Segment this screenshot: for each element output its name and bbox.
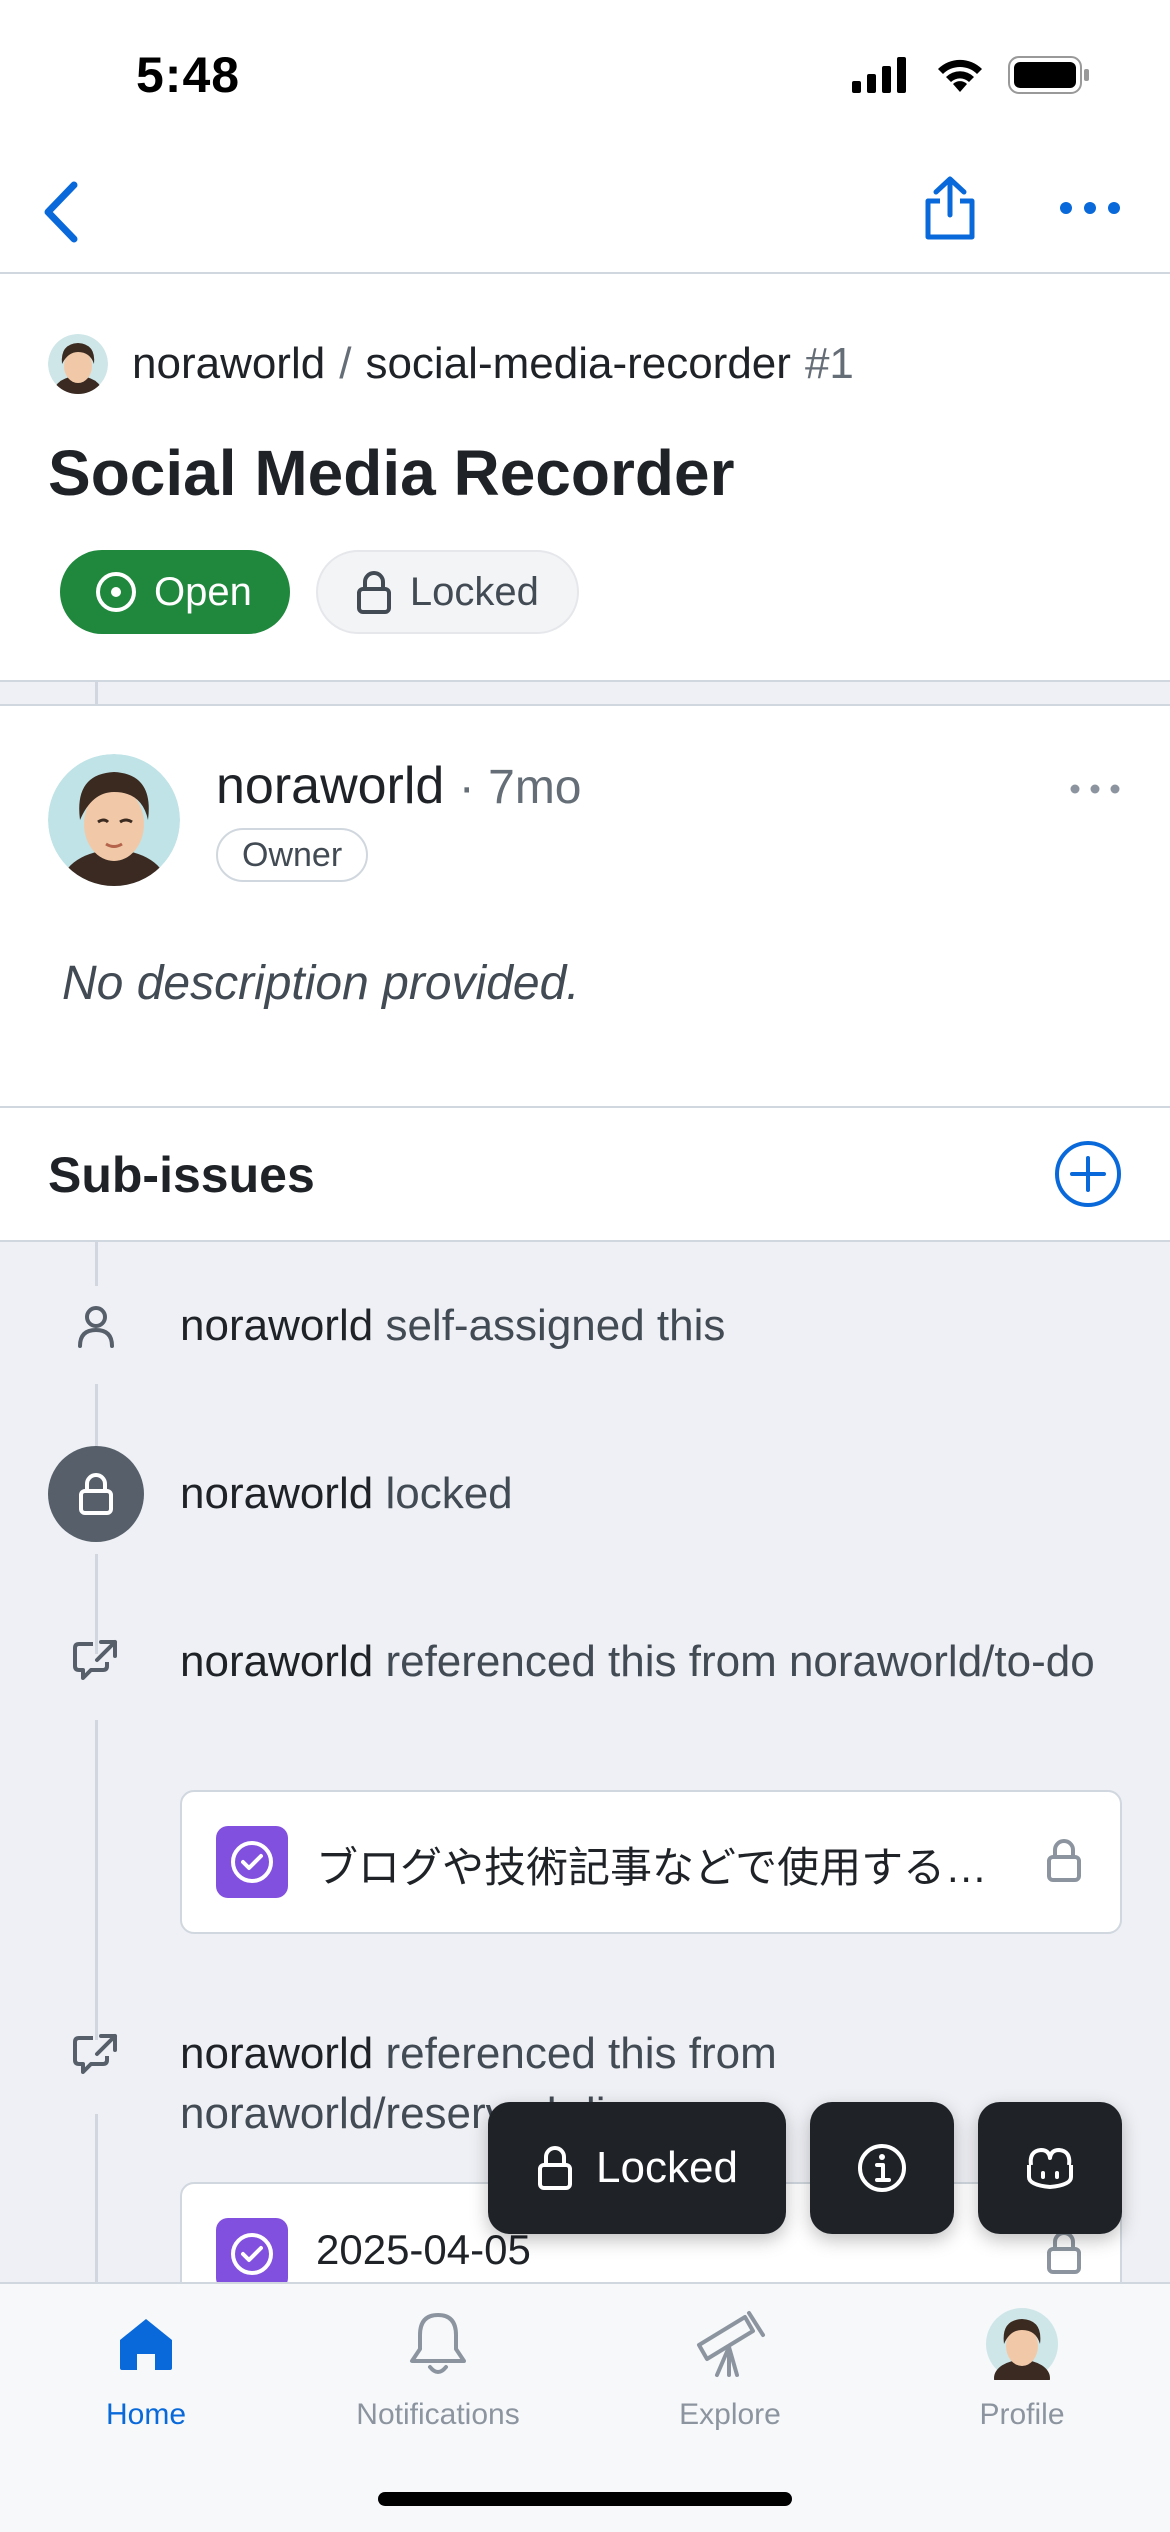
more-icon [1060,202,1120,214]
share-icon [925,176,975,240]
tab-home-label: Home [105,2398,187,2431]
copilot-icon [1027,2148,1073,2189]
event-actor[interactable]: noraworld [180,1469,373,1518]
info-button[interactable] [810,2102,954,2234]
issue-title: Social Media Recorder [48,437,735,509]
event-actor[interactable]: noraworld [180,1637,373,1686]
avatar[interactable] [48,754,180,886]
timeline-event: noraworld self-assigned this [180,1296,1130,1356]
home-icon [117,2304,175,2384]
lock-icon [1046,1838,1082,1887]
sub-issues-title: Sub-issues [48,1147,315,1203]
wifi-icon [938,59,982,92]
issue-closed-icon [216,1826,288,1898]
cross-reference-icon [56,1620,136,1700]
home-indicator [378,2492,792,2506]
locked-label: Locked [409,569,539,614]
issue-number: #1 [804,339,854,388]
status-time: 5:48 [136,47,241,103]
comment-author[interactable]: noraworld · 7mo [216,756,582,816]
add-sub-issue-button[interactable] [1054,1140,1122,1208]
lock-icon [538,2146,573,2190]
lock-icon [356,571,391,614]
sub-issues-section: Sub-issues [0,1108,1170,1242]
repo-owner-avatar [48,334,108,394]
tab-home[interactable]: Home [0,2304,292,2444]
comment-body: No description provided. [62,957,580,1010]
tab-explore-label: Explore [679,2398,781,2431]
event-actor[interactable]: noraworld [180,1301,373,1350]
more-button[interactable] [1050,168,1130,248]
issue-comment: noraworld · 7mo Owner No description pro… [0,706,1170,1108]
event-action: locked [385,1469,513,1518]
repo-breadcrumb[interactable]: noraworld / social-media-recorder #1 [48,334,854,394]
timeline-connector [95,682,98,708]
timeline-event: noraworld locked [180,1464,1130,1524]
tab-notifications-label: Notifications [356,2398,520,2431]
locked-badge: Locked [315,550,579,634]
back-icon [44,181,78,243]
repo-name: social-media-recorder [365,339,791,388]
back-button[interactable] [20,172,100,252]
info-icon [858,2144,906,2192]
lock-icon [1046,2230,1082,2279]
tab-profile[interactable]: Profile [876,2304,1168,2444]
repo-separator: / [339,339,352,388]
reference-title: ブログや技術記事などで使用する… [316,1844,988,1891]
nav-bar [0,150,1170,274]
event-action: self-assigned this [385,1301,726,1350]
reference-card[interactable]: ブログや技術記事などで使用する… [180,1790,1122,1934]
person-icon [56,1286,136,1366]
plus-circle-icon [1055,1141,1121,1207]
status-bar: 5:48 [0,0,1170,150]
telescope-icon [693,2304,767,2384]
copilot-button[interactable] [978,2102,1122,2234]
issue-open-icon [96,572,136,612]
locked-action-label: Locked [596,2143,738,2192]
event-action: referenced this from noraworld/to-do [385,1637,1095,1686]
open-state-label: Open [154,569,252,614]
section-divider [0,680,1170,708]
status-icons [852,56,1090,94]
locked-action-button[interactable]: Locked [488,2102,786,2234]
tab-explore[interactable]: Explore [584,2304,876,2444]
timeline-connector [95,1720,98,2040]
avatar [986,2304,1058,2384]
issue-closed-icon [216,2218,288,2282]
lock-icon [48,1446,144,1542]
more-icon [1070,784,1120,794]
tab-profile-label: Profile [979,2398,1065,2431]
issue-header: noraworld / social-media-recorder #1 Soc… [0,276,1170,680]
comment-author-name: noraworld [216,757,445,815]
timeline-event: noraworld referenced this from noraworld… [180,1632,1130,1692]
repo-owner: noraworld [132,339,326,388]
bell-icon [408,2304,468,2384]
owner-badge: Owner [216,828,369,882]
cross-reference-icon [56,2014,136,2094]
comment-time: · 7mo [458,761,582,814]
tab-notifications[interactable]: Notifications [292,2304,584,2444]
event-actor[interactable]: noraworld [180,2029,373,2078]
timeline-connector [95,1242,98,1286]
open-state-badge: Open [60,550,290,634]
comment-more-button[interactable] [1060,764,1130,814]
share-button[interactable] [910,168,990,248]
cellular-icon [852,57,906,93]
issue-badges: Open Locked [60,550,579,634]
battery-icon [1008,56,1089,94]
timeline-connector [95,2114,98,2282]
